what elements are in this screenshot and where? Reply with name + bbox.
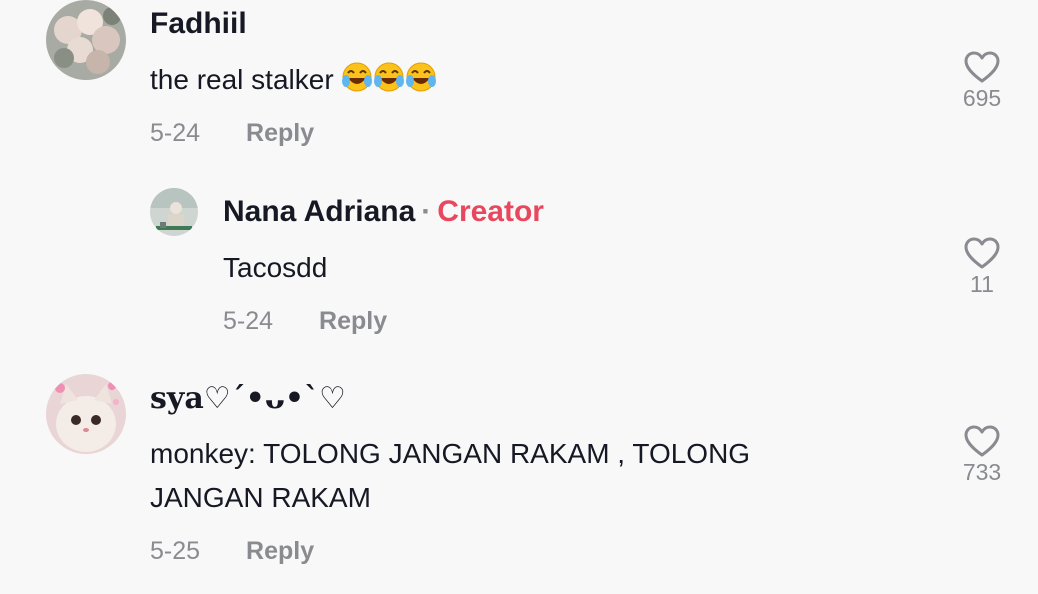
comment-text: the real stalker xyxy=(150,58,437,106)
reply-text: Tacosdd xyxy=(223,252,328,283)
comment-meta: 5-24 Reply xyxy=(150,118,314,148)
heart-outline-icon xyxy=(964,237,1000,269)
reply-meta: 5-24 Reply xyxy=(223,306,387,336)
laughing-emoji-icon xyxy=(341,61,437,106)
comment-text-line: JANGAN RAKAM xyxy=(150,482,371,513)
avatar-sya[interactable] xyxy=(46,374,126,454)
comment-username[interactable]: Fadhiil xyxy=(150,6,247,42)
reply-author-name[interactable]: Nana Adriana xyxy=(223,195,415,228)
comment-date: 5-24 xyxy=(150,119,201,147)
reply-button[interactable]: Reply xyxy=(246,537,314,565)
heart-outline-icon xyxy=(964,425,1000,457)
comment-username[interactable]: sya♡´•ᴗ•`♡ xyxy=(150,381,346,417)
like-button[interactable]: 733 xyxy=(942,424,1022,485)
comment-text: monkey: TOLONG JANGAN RAKAM , TOLONG JAN… xyxy=(150,432,850,520)
comment-date: 5-25 xyxy=(150,537,201,565)
avatar-fadhiil[interactable] xyxy=(46,0,126,80)
creator-badge: Creator xyxy=(437,195,544,228)
like-button[interactable]: 695 xyxy=(942,50,1022,111)
avatar-nana-adriana[interactable] xyxy=(150,188,198,236)
like-count: 733 xyxy=(962,459,1002,485)
comment-meta: 5-25 Reply xyxy=(150,536,314,566)
like-count: 11 xyxy=(970,271,994,297)
like-button[interactable]: 11 xyxy=(942,236,1022,297)
reply-button[interactable]: Reply xyxy=(246,119,314,147)
heart-outline-icon xyxy=(964,51,1000,83)
reply-date: 5-24 xyxy=(223,307,274,335)
reply-button[interactable]: Reply xyxy=(319,307,387,335)
comment-body: the real stalker xyxy=(150,64,334,95)
like-count: 695 xyxy=(962,85,1002,111)
reply-username: Nana Adriana · Creator xyxy=(223,194,544,230)
comment-text-line: monkey: TOLONG JANGAN RAKAM , TOLONG xyxy=(150,438,751,469)
separator-dot: · xyxy=(421,195,432,228)
